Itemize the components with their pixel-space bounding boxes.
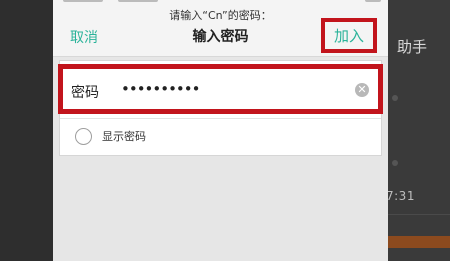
password-row-highlight: 密码 •••••••••• ✕ (58, 64, 383, 114)
cancel-button[interactable]: 取消 (70, 27, 98, 47)
show-password-label: 显示密码 (102, 130, 146, 143)
card-divider (60, 118, 381, 119)
join-button[interactable]: 加入 (334, 25, 364, 46)
background-dot-icon (392, 160, 398, 166)
background-progress-bar (380, 236, 450, 248)
background-dot-icon (392, 95, 398, 101)
status-bar-fragment (118, 0, 158, 2)
password-card: 密码 •••••••••• ✕ 显示密码 (58, 60, 383, 156)
clear-icon[interactable]: ✕ (355, 83, 369, 97)
background-divider (380, 214, 450, 215)
background-time: 7:31 (386, 189, 415, 203)
password-dialog: 请输入“Cn”的密码： 输入密码 取消 加入 密码 •••••••••• ✕ 显… (53, 0, 388, 261)
dialog-header: 请输入“Cn”的密码： 输入密码 取消 加入 (53, 0, 388, 57)
status-bar-fragment (63, 0, 103, 2)
status-bar-fragment (365, 0, 381, 2)
show-password-toggle[interactable]: 显示密码 (75, 124, 146, 148)
background-app-title: 助手 (397, 38, 428, 56)
password-input[interactable]: •••••••••• (121, 80, 200, 98)
radio-unchecked-icon[interactable] (75, 127, 92, 145)
join-button-highlight: 加入 (321, 18, 377, 53)
background-app: 助手 7:31 (380, 0, 450, 261)
password-label: 密码 (71, 85, 99, 101)
